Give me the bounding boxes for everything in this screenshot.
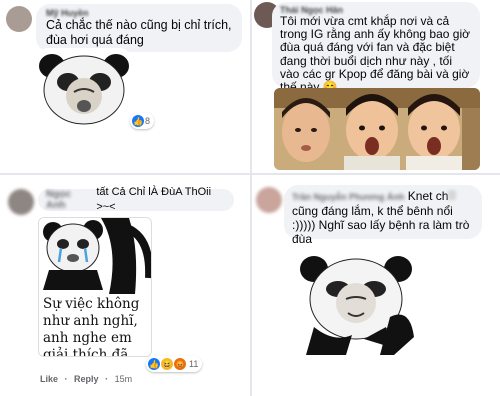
comment-panel-top-right: Thái Ngọc Hân Tôi mới vừa cmt khắp nơi v… [252, 0, 500, 173]
panel-divider-horizontal [0, 173, 500, 175]
avatar[interactable] [6, 6, 32, 32]
comment-text: cũng đáng lắm, k thể bênh nổi :))))) Ngh… [292, 204, 470, 246]
comment-bubble: Mỹ Huyền Cả chắc thế nào cũng bị chỉ trí… [36, 4, 242, 52]
reply-link[interactable]: Reply [74, 374, 99, 384]
comment-author-hidden[interactable]: Ngọc Anh [46, 189, 90, 211]
reaction-faces-image [274, 88, 480, 170]
comment-panel-bottom-right: Trần Nguyễn Phương Ánh Knet ch cũng đáng… [252, 175, 500, 396]
comment-author[interactable]: Trần Nguyễn Phương Ánh [292, 192, 404, 202]
reaction-summary[interactable]: 👍 8 [130, 113, 155, 129]
panda-meme-sticker[interactable]: Sự việc không như anh nghĩ, anh nghe em … [38, 217, 152, 357]
comment-time[interactable]: 15m [115, 374, 133, 384]
sticker-caption: Sự việc không như anh nghĩ, anh nghe em … [43, 296, 140, 357]
like-reaction-icon: 👍 [132, 115, 144, 127]
meme-photo[interactable] [274, 88, 480, 170]
comment-bubble: Thái Ngọc Hân Tôi mới vừa cmt khắp nơi v… [272, 2, 480, 94]
comment-bubble: Trần Nguyễn Phương Ánh Knet ch cũng đáng… [284, 185, 482, 246]
crying-panda-image [39, 218, 151, 294]
haha-reaction-icon: 😆 [161, 358, 173, 370]
comment-author[interactable]: Mỹ Huyền [46, 8, 232, 18]
avatar[interactable] [8, 189, 34, 215]
comment-author[interactable]: Thái Ngọc Hân [280, 5, 472, 15]
comment-bubble: Ngọc Anh tất Cả Chỉ lÀ ĐùA ThOii >~< [38, 186, 234, 213]
panda-face-image [39, 54, 129, 125]
panda-meme-sticker[interactable] [294, 247, 418, 357]
panel-divider-vertical [250, 0, 252, 396]
comment-panel-bottom-left: Ngọc Anh tất Cả Chỉ lÀ ĐùA ThOii >~< Sự … [0, 175, 250, 396]
comment-text: Tôi mới vừa cmt khắp nơi và cả trong IG … [280, 14, 470, 93]
comment-text-prefix: Knet ch [407, 189, 449, 203]
reaction-summary[interactable]: 👍 😆 😡 11 [146, 356, 203, 372]
reaction-count: 11 [189, 359, 199, 369]
like-reaction-icon: 👍 [148, 358, 160, 370]
comment-text: tất Cả Chỉ lÀ ĐùA ThOii >~< [96, 186, 212, 213]
thinking-panda-image [294, 247, 418, 357]
like-link[interactable]: Like [40, 374, 58, 384]
censored-text [448, 190, 457, 200]
comment-text: Cả chắc thế nào cũng bị chỉ trích, đùa h… [46, 18, 232, 47]
separator: · [64, 374, 68, 384]
angry-reaction-icon: 😡 [174, 358, 186, 370]
comment-actions: Like · Reply · 15m [40, 374, 136, 384]
avatar[interactable] [256, 187, 282, 213]
panda-meme-sticker[interactable] [38, 48, 130, 125]
comment-panel-top-left: Mỹ Huyền Cả chắc thế nào cũng bị chỉ trí… [0, 0, 250, 173]
separator: · [105, 374, 109, 384]
reaction-count: 8 [145, 116, 151, 126]
